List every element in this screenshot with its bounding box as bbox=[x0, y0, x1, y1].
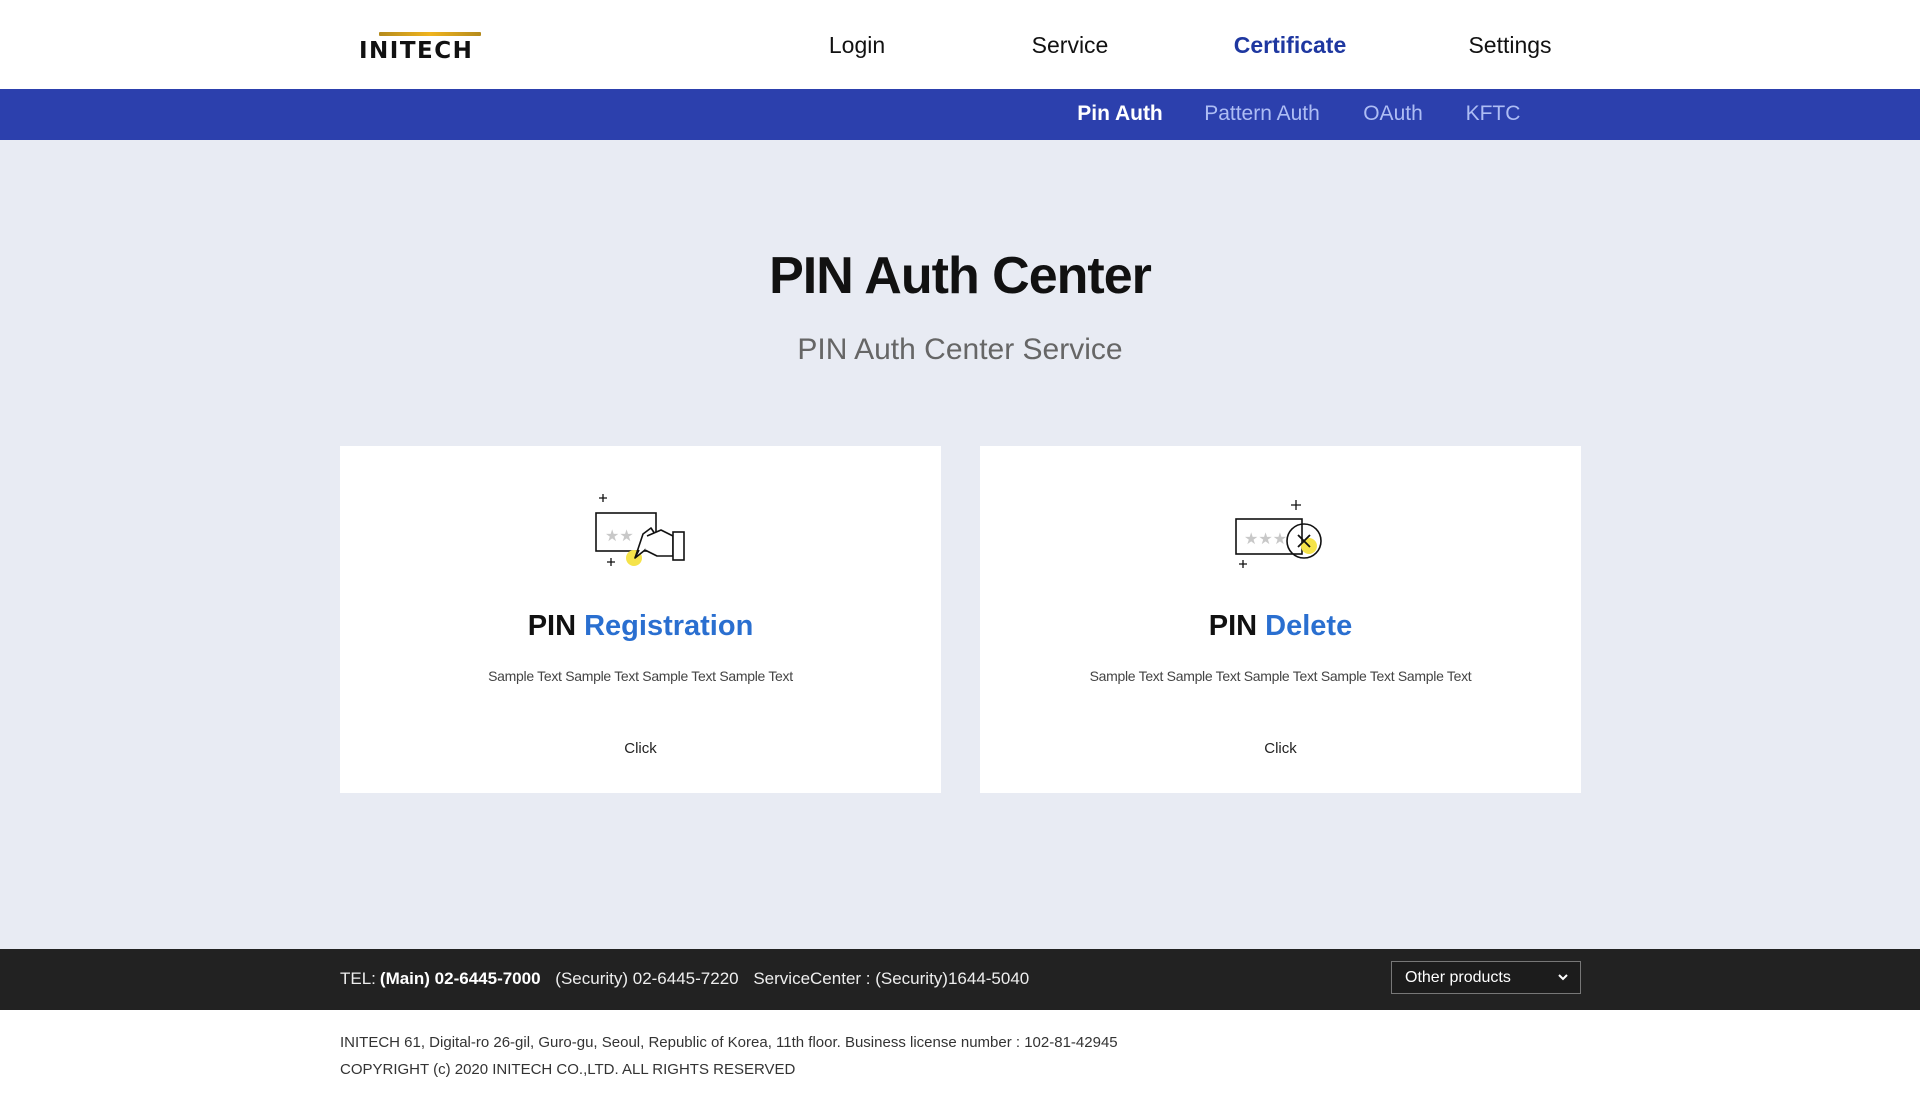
pin-registration-click[interactable]: Click bbox=[340, 740, 941, 757]
footer-contact-bar: TEL: (Main) 02-6445-7000 (Security) 02-64… bbox=[0, 949, 1920, 1010]
pin-delete-title: PIN Delete bbox=[980, 610, 1581, 643]
tel-main: (Main) 02-6445-7000 bbox=[379, 969, 541, 988]
nav-settings[interactable]: Settings bbox=[1468, 32, 1551, 59]
header: INITECH Login Service Certificate Settin… bbox=[0, 0, 1920, 89]
subnav-kftc[interactable]: KFTC bbox=[1466, 102, 1521, 126]
copyright: COPYRIGHT (c) 2020 INITECH CO.,LTD. ALL … bbox=[340, 1061, 796, 1078]
page-title: PIN Auth Center bbox=[769, 247, 1152, 305]
pin-delete-icon: ★★★ bbox=[980, 492, 1581, 582]
service-center: ServiceCenter : (Security)1644-5040 bbox=[753, 969, 1030, 988]
tel-label: TEL: bbox=[340, 969, 376, 988]
other-products-select[interactable]: Other products bbox=[1391, 961, 1581, 994]
company-address: INITECH 61, Digital-ro 26-gil, Guro-gu, … bbox=[340, 1034, 1118, 1051]
tel-security: (Security) 02-6445-7220 bbox=[555, 969, 739, 988]
select-value: Other products bbox=[1405, 969, 1511, 986]
pin-registration-card[interactable]: ★★ PIN Registration Sample Text Sample T… bbox=[340, 446, 941, 793]
card-title-prefix: PIN bbox=[1208, 610, 1258, 642]
footer-info: INITECH 61, Digital-ro 26-gil, Guro-gu, … bbox=[0, 1010, 1920, 1120]
pin-registration-icon: ★★ bbox=[340, 492, 941, 582]
pin-delete-card[interactable]: ★★★ PIN Delete Sample Text Sample Text S… bbox=[980, 446, 1581, 793]
card-title-prefix: PIN bbox=[527, 610, 577, 642]
subnav-pattern-auth[interactable]: Pattern Auth bbox=[1204, 102, 1320, 126]
card-title-accent: Delete bbox=[1265, 610, 1353, 642]
chevron-down-icon bbox=[1556, 970, 1570, 989]
card-title-accent: Registration bbox=[584, 610, 754, 642]
svg-text:★★: ★★ bbox=[605, 526, 634, 545]
card-description: Sample Text Sample Text Sample Text Samp… bbox=[1089, 668, 1472, 684]
sub-nav: Pin Auth Pattern Auth OAuth KFTC bbox=[0, 89, 1920, 140]
card-description: Sample Text Sample Text Sample Text Samp… bbox=[488, 668, 793, 684]
subnav-pin-auth[interactable]: Pin Auth bbox=[1077, 102, 1163, 126]
contact-info: TEL: (Main) 02-6445-7000 (Security) 02-64… bbox=[340, 969, 1039, 989]
nav-service[interactable]: Service bbox=[1032, 32, 1109, 59]
nav-certificate[interactable]: Certificate bbox=[1234, 32, 1346, 59]
svg-text:★★★: ★★★ bbox=[1244, 529, 1287, 548]
main-nav: Login Service Certificate Settings bbox=[0, 0, 1920, 89]
subnav-oauth[interactable]: OAuth bbox=[1363, 102, 1423, 126]
pin-delete-click[interactable]: Click bbox=[980, 740, 1581, 757]
page-subtitle: PIN Auth Center Service bbox=[797, 333, 1123, 366]
nav-login[interactable]: Login bbox=[829, 32, 885, 59]
pin-registration-title: PIN Registration bbox=[340, 610, 941, 643]
